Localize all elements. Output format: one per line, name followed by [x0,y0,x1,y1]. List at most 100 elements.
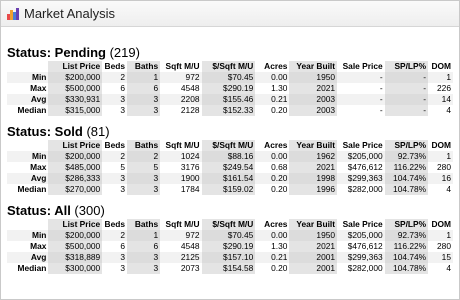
table-cell: 3 [127,252,161,263]
table-cell: $500,000 [48,241,103,252]
table-cell: $500,000 [48,83,103,94]
table-cell: 972 [160,230,202,241]
market-analysis-panel: Market Analysis Status: Pending (219) Lis… [0,0,460,300]
table-cell: $200,000 [48,72,103,83]
table-cell: 972 [160,72,202,83]
row-label: Median [17,105,47,115]
table-row: Median $315,000 3 3 2128 $152.33 0.20 2003 - - 4 [7,105,453,116]
section-count: (219) [105,45,140,60]
table-cell: 3 [127,173,161,184]
table-cell: 2208 [160,94,202,105]
table-cell: 16 [428,173,453,184]
column-header: Baths [127,219,161,230]
column-header: List Price [48,140,103,151]
column-header [7,140,48,151]
column-header: Sale Price [342,219,383,229]
table-row: Min $200,000 2 1 972 $70.45 0.00 1950- -1 [7,72,453,83]
table-cell: 4 [446,105,451,115]
section-count: (81) [82,124,110,139]
section-title: Status: Pending (219) [7,45,453,61]
column-header: DOM [431,61,451,71]
row-label: Avg [7,173,49,184]
table-cell: 0.20 [271,184,288,194]
table-cell: - [379,83,383,93]
table-cell: $205,000 [337,151,385,162]
table-cell: 0.00 [255,230,290,241]
table-row: Median $270,000 3 3 1784 $159.02 0.20 1996 $282,… [7,184,453,195]
row-label: Median [17,263,47,273]
table-row: Max $485,000 5 5 3176 $249.54 0.68 2021 $476,612… [7,162,453,173]
table-cell: $155.46 [201,94,256,105]
row-label: Min [7,151,49,162]
table-cell: 1024 [160,151,202,162]
table-cell: 2003 [289,94,338,105]
table-cell: - [337,94,385,105]
table-cell: 280 [437,162,451,172]
table-cell: 3 [120,105,126,115]
table-cell: 2 [102,72,128,83]
column-header: Year Built [289,219,338,230]
table-row: Avg $318,889 3 3 2125 $157.10 0.21 2001 $299,363… [7,252,453,263]
table-cell: 2021 [289,241,338,252]
table-cell: 1950 [289,230,338,241]
table-cell: $290.19 [201,241,256,252]
row-label: Min [7,230,49,241]
table-cell: 3 [127,105,161,116]
column-header: Sale Price [342,140,383,150]
table-cell: 14 [428,94,453,105]
table-cell: 3 [127,94,161,105]
column-header: Sqft M/U [165,140,200,150]
column-header: Sqft M/U [165,219,200,229]
table-cell: 1 [428,72,453,83]
table-cell: - [384,94,429,105]
table-cell: 0.21 [255,252,290,263]
table-cell: 2003 [289,105,338,116]
table-cell: $286,333 [48,173,103,184]
table-cell: $200,000 [48,230,103,241]
column-header: Baths [127,61,161,72]
table-cell: 1996 [289,184,338,195]
column-header: DOM [431,140,451,150]
table-cell: $88.16 [201,151,256,162]
table-cell: $159.02 [201,184,256,195]
table-cell: 116.22% [384,162,429,173]
table-cell: 2128 [180,105,200,115]
table-cell: 104.74% [384,252,429,263]
table-cell: 3 [127,184,161,195]
row-label: Max [30,83,47,93]
table-cell: 116.22% [384,241,429,252]
table-cell: 2125 [160,252,202,263]
table-cell: 0.20 [255,173,290,184]
table-cell: 0.20 [271,105,288,115]
table-cell: $205,000 [337,230,385,241]
table-cell: $282,000 [347,263,383,273]
table-cell: 280 [437,241,451,251]
row-label: Avg [7,252,49,263]
section-status-label: Status: All [7,203,71,218]
table-cell: $70.45 [201,230,256,241]
table-cell: 2 [127,151,161,162]
column-header: Year Built [289,140,338,151]
table-cell: 1950 [289,72,338,83]
table-cell: 226 [437,83,451,93]
column-header: Sale Price [342,61,383,71]
column-header: SP/LP% [384,140,429,151]
table-cell: 3176 [180,162,200,172]
table-cell: 6 [120,83,126,93]
icon-bar [16,7,19,20]
table-cell: 0.20 [271,263,288,273]
table-row: Median $300,000 3 3 2073 $154.58 0.20 2001 $282,… [7,263,453,274]
table-row: Avg $330,931 3 3 2208 $155.46 0.21 2003- -14 [7,94,453,105]
table-cell: 0.68 [271,162,288,172]
column-header [7,219,48,230]
table-cell: 104.74% [384,173,429,184]
table-row: Min $200,000 2 1 972 $70.45 0.00 1950 $205,000 92… [7,230,453,241]
stats-table: List Price Beds Baths Sqft M/U $/Sqft M/U Acr… [7,140,453,195]
table-cell: - [384,83,429,94]
table-cell: 6 [127,83,161,94]
table-cell: 6 [120,241,126,251]
section-count: (300) [70,203,105,218]
table-cell: 4 [446,263,451,273]
table-row: Min $200,000 2 2 1024 $88.16 0.00 1962 $205,000 9… [7,151,453,162]
table-cell: $299,363 [337,173,385,184]
